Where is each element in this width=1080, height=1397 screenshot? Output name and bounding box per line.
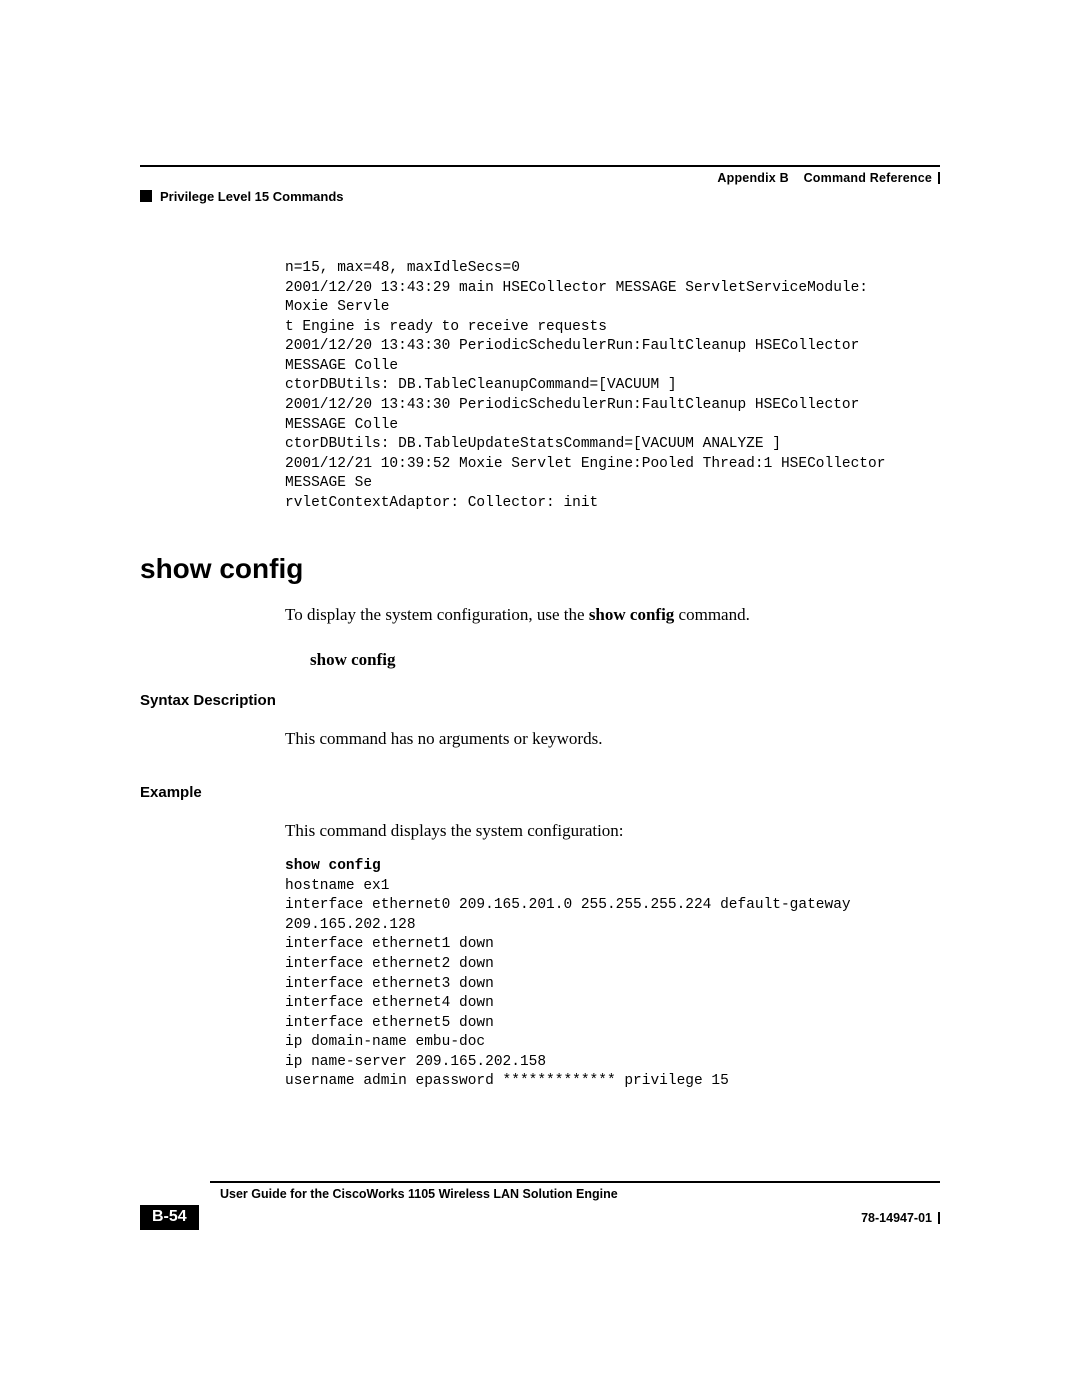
running-header-left: Privilege Level 15 Commands <box>140 189 940 204</box>
command-description: To display the system configuration, use… <box>285 603 940 628</box>
example-output-block: show config hostname ex1 interface ether… <box>285 857 940 1092</box>
doc-number: 78-14947-01 <box>861 1211 940 1225</box>
footer-separator-icon <box>938 1212 940 1224</box>
example-body: hostname ex1 interface ethernet0 209.165… <box>285 877 940 1092</box>
command-heading: show config <box>140 553 940 585</box>
example-intro: This command displays the system configu… <box>285 819 940 844</box>
appendix-label: Appendix B <box>717 171 788 185</box>
footer-rule-icon <box>210 1181 940 1183</box>
syntax-description-text: This command has no arguments or keyword… <box>285 727 940 752</box>
header-separator-icon <box>938 172 940 184</box>
page-content: Appendix B Command Reference Privilege L… <box>140 165 940 1092</box>
footer-guide-title: User Guide for the CiscoWorks 1105 Wirel… <box>220 1187 940 1201</box>
bullet-square-icon <box>140 190 152 202</box>
desc-text-post: command. <box>674 605 750 624</box>
footer-row: B-54 78-14947-01 <box>140 1205 940 1230</box>
desc-text-pre: To display the system configuration, use… <box>285 605 589 624</box>
example-label: Example <box>140 784 940 801</box>
example-cmd: show config <box>285 857 940 877</box>
page-number-badge: B-54 <box>140 1205 199 1230</box>
running-header-right: Appendix B Command Reference <box>140 165 940 185</box>
syntax-description-label: Syntax Description <box>140 692 940 709</box>
section-label: Privilege Level 15 Commands <box>160 189 344 204</box>
desc-cmd: show config <box>589 605 674 624</box>
log-output-block: n=15, max=48, maxIdleSecs=0 2001/12/20 1… <box>285 259 940 513</box>
doc-number-text: 78-14947-01 <box>861 1211 932 1225</box>
syntax-literal: show config <box>310 650 940 670</box>
appendix-title: Command Reference <box>804 171 932 185</box>
page-footer: User Guide for the CiscoWorks 1105 Wirel… <box>140 1181 940 1230</box>
